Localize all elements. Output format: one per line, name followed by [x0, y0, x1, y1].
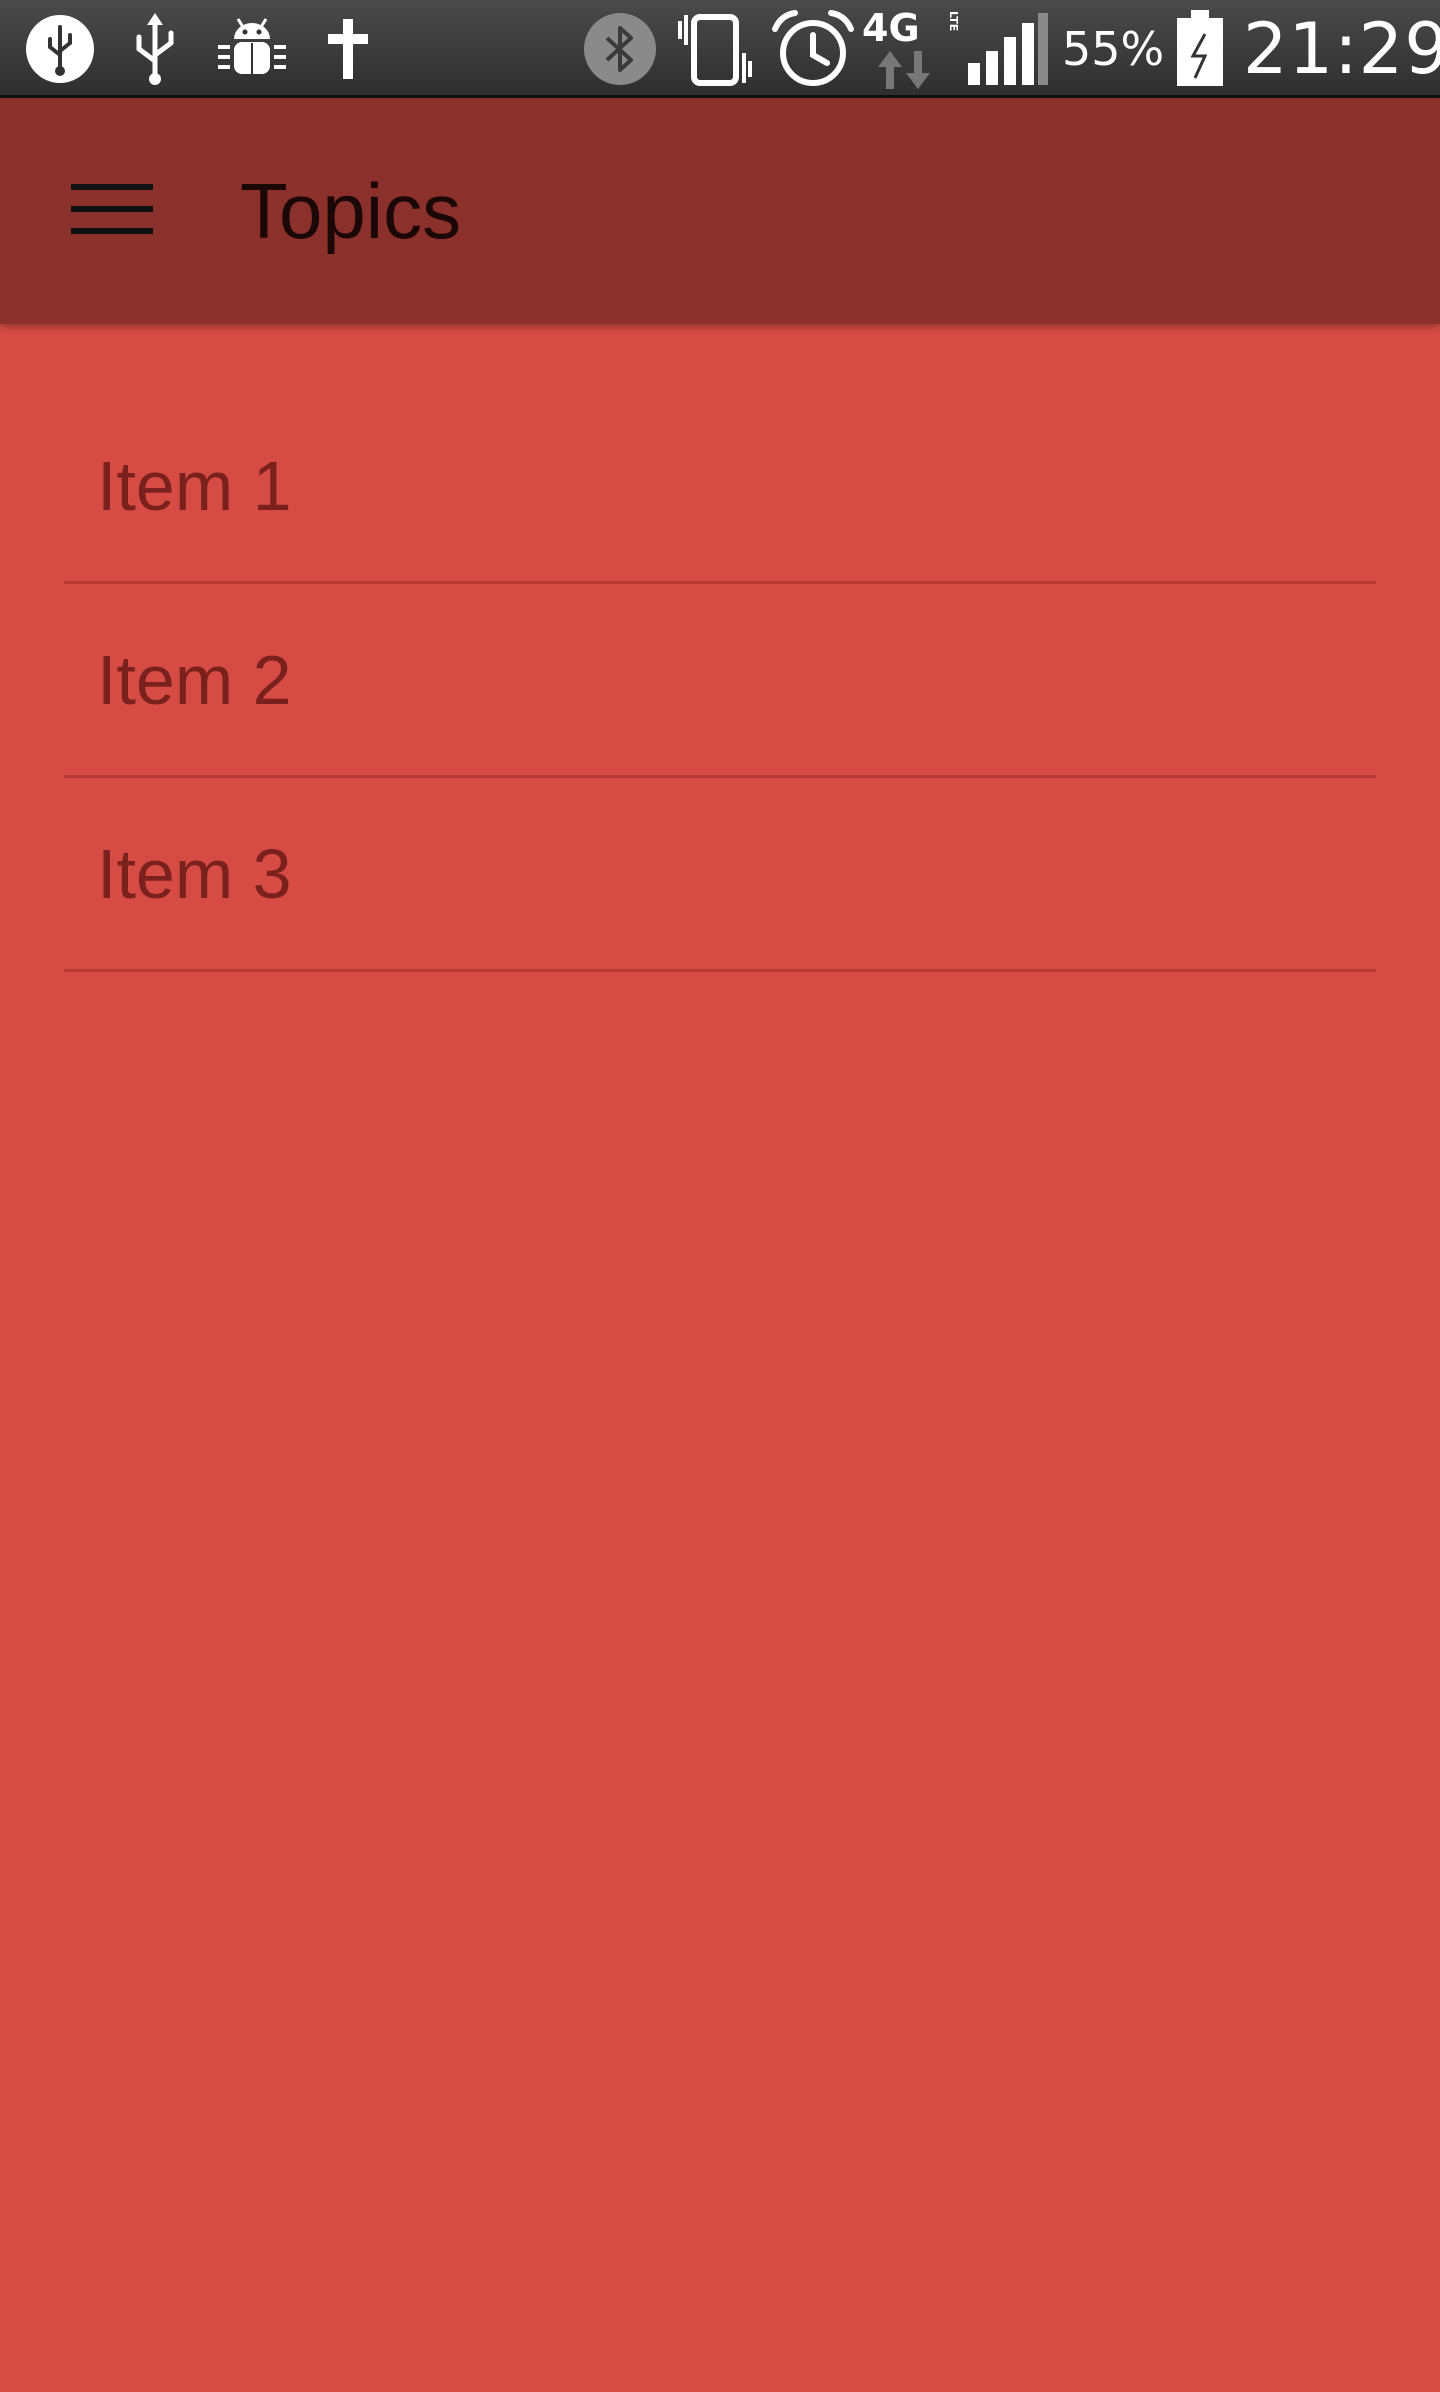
- android-debug-icon: [214, 0, 290, 98]
- list-item-label: Item 3: [97, 834, 292, 913]
- list-item[interactable]: Item 2: [64, 584, 1376, 778]
- usb-icon: [120, 0, 190, 98]
- hamburger-menu-icon[interactable]: [71, 183, 153, 239]
- app-bar: Topics: [0, 98, 1440, 324]
- list-item[interactable]: Item 3: [64, 778, 1376, 972]
- list-item[interactable]: Item 1: [64, 390, 1376, 584]
- network-sub-label: LTE: [947, 11, 958, 31]
- list-item-label: Item 1: [97, 446, 292, 525]
- page-title: Topics: [240, 166, 462, 255]
- cross-icon: [318, 0, 378, 98]
- status-clock: 21:29: [1243, 8, 1440, 90]
- menu-button[interactable]: [40, 153, 184, 269]
- battery-percent: 55%: [1062, 22, 1165, 76]
- status-bar: 4G LTE 55% 21:29: [0, 0, 1440, 98]
- bluetooth-icon: [582, 0, 658, 98]
- network-label: 4G: [862, 7, 920, 50]
- usb-debug-icon: [24, 0, 96, 98]
- list-item-label: Item 2: [97, 640, 292, 719]
- alarm-icon: [770, 0, 856, 98]
- topic-list: Item 1 Item 2 Item 3: [64, 390, 1376, 972]
- signal-icon: [966, 0, 1050, 98]
- network-4g-lte-icon: 4G LTE: [862, 0, 958, 98]
- vibrate-icon: [674, 0, 760, 98]
- battery-charging-icon: [1172, 0, 1228, 98]
